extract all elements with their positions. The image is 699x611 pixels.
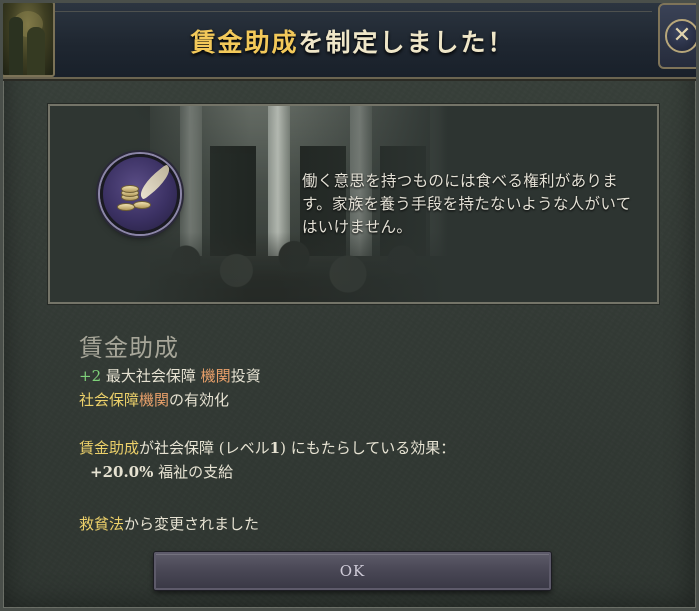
close-icon: ✕ [665,19,696,53]
changed-from-line: 救貧法から変更されました [79,515,260,533]
effect-detail-value: +20.0% [90,463,154,481]
ok-button[interactable]: OK [154,552,551,590]
institution-level: 1 [269,439,281,457]
event-illustration-panel: 働く意思を持つものには食べる権利があります。家族を養う手段を持たないような人がい… [48,104,659,304]
law-link[interactable]: 賃金助成 [79,439,139,457]
dialog-header: 賃金助成を制定しました！ ✕ [3,3,696,79]
title-suffix: を制定しました！ [298,28,515,57]
effect-enable-line: 社会保障機関の有効化 [79,391,230,409]
effect-investment-line: +2 最大社会保障 機関投資 [79,367,261,385]
close-button[interactable]: ✕ [658,3,696,69]
coins-feather-icon [100,154,180,234]
dialog-title: 賃金助成を制定しました！ [3,23,696,59]
institution-link[interactable]: 機関 [201,367,231,385]
social-security-link[interactable]: 社会保障 [79,391,139,409]
effects-header-line: 賃金助成が社会保障 (レベル1) にもたらしている効果： [79,439,456,457]
law-enacted-dialog: 賃金助成を制定しました！ ✕ 働く意思を持つものには食べる権利があります。家族を… [0,0,699,611]
effect-value: +2 [79,367,102,385]
event-quote: 働く意思を持つものには食べる権利があります。家族を養う手段を持たないような人がい… [302,172,632,236]
header-rule [53,11,652,12]
previous-law-link[interactable]: 救貧法 [79,515,124,533]
effect-detail-line: +20.0% 福祉の支給 [90,463,234,481]
institution-link[interactable]: 機関 [139,391,169,409]
law-name: 賃金助成 [79,334,179,362]
title-law-name: 賃金助成 [190,28,299,57]
